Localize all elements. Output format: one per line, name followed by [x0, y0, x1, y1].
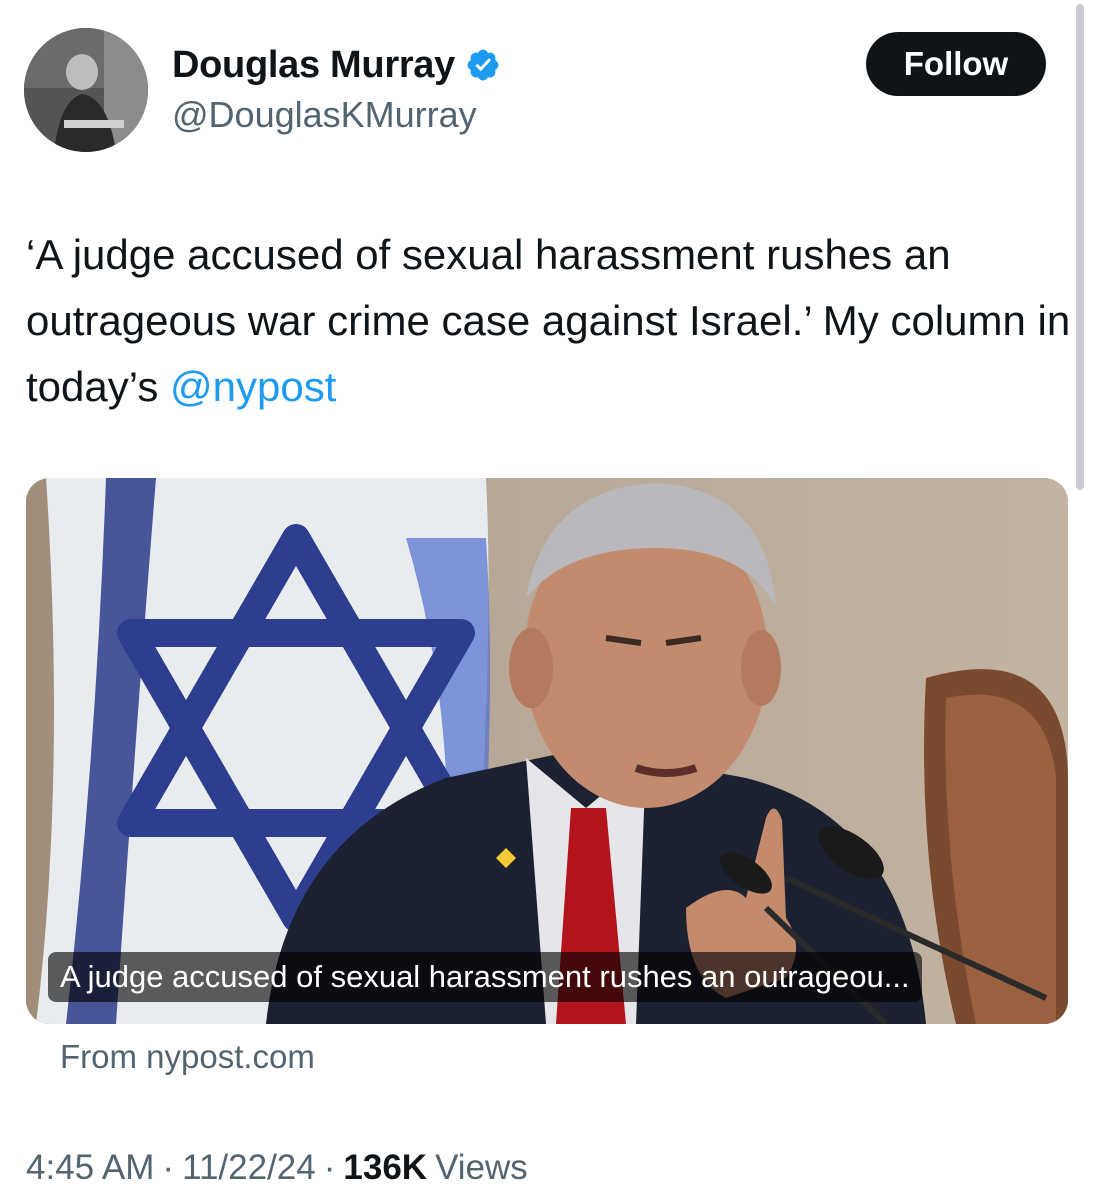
avatar-photo: [24, 28, 148, 152]
author-handle[interactable]: @DouglasKMurray: [172, 94, 477, 136]
tweet-time[interactable]: 4:45 AM: [26, 1148, 154, 1188]
views-label: Views: [435, 1148, 528, 1187]
views-count: 136K: [343, 1148, 428, 1187]
meta-separator: ·: [323, 1148, 336, 1187]
scrollbar[interactable]: [1076, 4, 1084, 490]
mention-link[interactable]: @nypost: [170, 363, 336, 410]
link-card-caption: A judge accused of sexual harassment rus…: [48, 952, 922, 1002]
verified-badge-icon[interactable]: [465, 47, 501, 83]
link-card[interactable]: A judge accused of sexual harassment rus…: [26, 478, 1068, 1024]
tweet-date[interactable]: 11/22/24: [182, 1148, 316, 1188]
author-display-name[interactable]: Douglas Murray: [172, 44, 455, 87]
tweet-meta: 4:45 AM · 11/22/24 · 136K Views: [26, 1148, 528, 1188]
avatar[interactable]: [24, 28, 148, 152]
link-card-image: [26, 478, 1068, 1024]
meta-separator: ·: [162, 1148, 175, 1187]
follow-button[interactable]: Follow: [866, 32, 1046, 96]
author-name-row[interactable]: Douglas Murray: [172, 40, 501, 90]
tweet-text: ‘A judge accused of sexual harassment ru…: [26, 222, 1076, 420]
link-card-source[interactable]: From nypost.com: [60, 1038, 315, 1076]
